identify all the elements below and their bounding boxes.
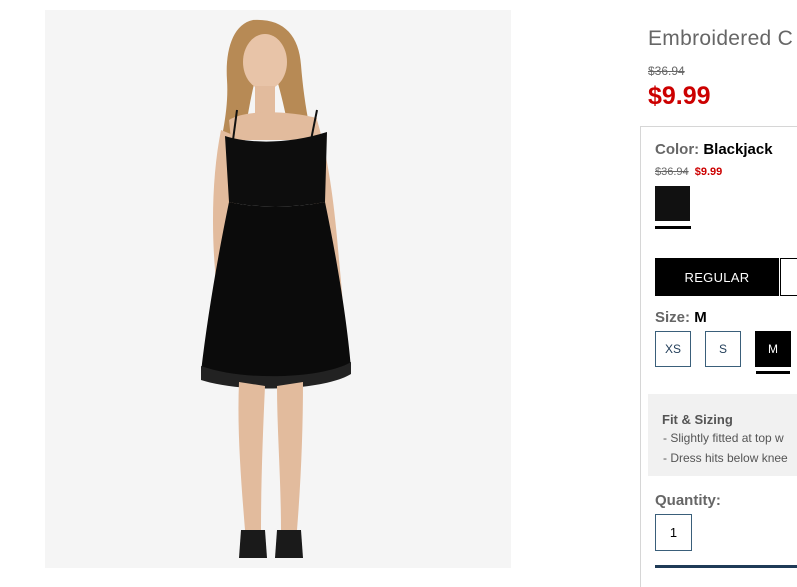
color-selection-label: Color: Blackjack: [655, 141, 773, 158]
size-selection-label: Size: M: [655, 309, 707, 326]
size-selected-indicator: [756, 371, 790, 374]
original-price: $36.94: [648, 64, 685, 78]
quantity-label: Quantity:: [655, 492, 721, 509]
size-value: M: [694, 309, 707, 326]
fit-tab-next[interactable]: [780, 258, 797, 296]
product-title: Embroidered C: [648, 27, 794, 50]
color-value: Blackjack: [703, 141, 773, 158]
size-label: Size:: [655, 309, 691, 326]
size-button-xs[interactable]: XS: [655, 331, 691, 367]
quantity-input[interactable]: 1: [655, 514, 692, 551]
sale-price: $9.99: [648, 82, 711, 110]
swatch-selected-indicator: [655, 226, 691, 229]
size-button-s[interactable]: S: [705, 331, 741, 367]
product-image[interactable]: [45, 10, 511, 568]
swatch-prices: $36.94 $9.99: [655, 166, 722, 178]
swatch-original-price: $36.94: [655, 166, 689, 178]
fit-sizing-line: - Slightly fitted at top w: [663, 431, 784, 445]
model-wearing-dress-illustration: [45, 10, 511, 568]
size-button-m[interactable]: M: [755, 331, 791, 367]
fit-tab-regular[interactable]: REGULAR: [655, 258, 779, 296]
swatch-sale-price: $9.99: [694, 166, 723, 178]
fit-sizing-heading: Fit & Sizing: [662, 412, 733, 427]
color-label: Color:: [655, 141, 700, 158]
color-swatch-blackjack[interactable]: [655, 186, 690, 221]
fit-sizing-line: - Dress hits below knee: [663, 451, 788, 465]
